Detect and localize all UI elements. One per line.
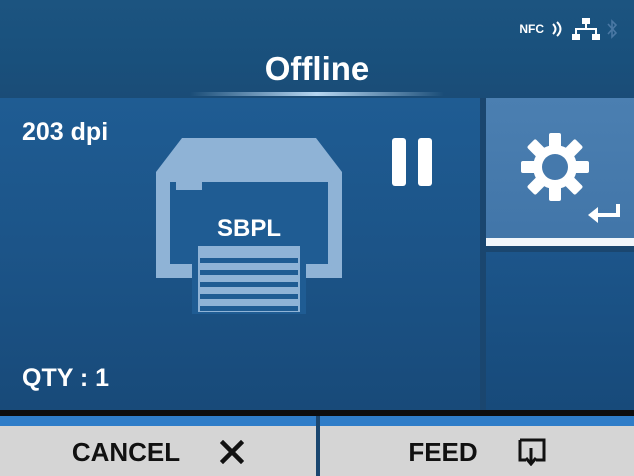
feed-icon (518, 438, 546, 466)
nfc-label: NFC (519, 22, 544, 36)
enter-arrow-icon (588, 204, 620, 223)
settings-button[interactable] (486, 98, 634, 246)
printer-language-label: SBPL (217, 215, 281, 242)
gear-icon (521, 133, 589, 201)
cancel-button[interactable]: CANCEL (0, 416, 316, 476)
bluetooth-icon (607, 19, 618, 39)
printer-icon: SBPL (156, 138, 342, 314)
title-underline (190, 92, 444, 96)
close-icon (220, 440, 245, 464)
cancel-label: CANCEL (71, 436, 181, 467)
quantity-label: QTY : 1 (22, 364, 110, 392)
status-header: NFC Offline (0, 0, 634, 98)
feed-button[interactable]: FEED (320, 416, 634, 476)
feed-label: FEED (408, 436, 478, 467)
wired-network-icon (572, 18, 600, 40)
settings-selection-bar (486, 238, 634, 246)
nfc-signal-icon (552, 21, 562, 37)
pause-icon (392, 138, 432, 186)
side-panel (486, 252, 634, 410)
printer-lcd-screen: NFC Offline 203 dpi SBPL QTY: 1 CANCEL … (0, 0, 634, 476)
resolution-label: 203 dpi (22, 118, 109, 146)
status-icons: NFC (519, 14, 618, 44)
printer-status-panel[interactable]: 203 dpi SBPL QTY : 1 (0, 98, 480, 410)
page-title: Offline (264, 50, 370, 87)
